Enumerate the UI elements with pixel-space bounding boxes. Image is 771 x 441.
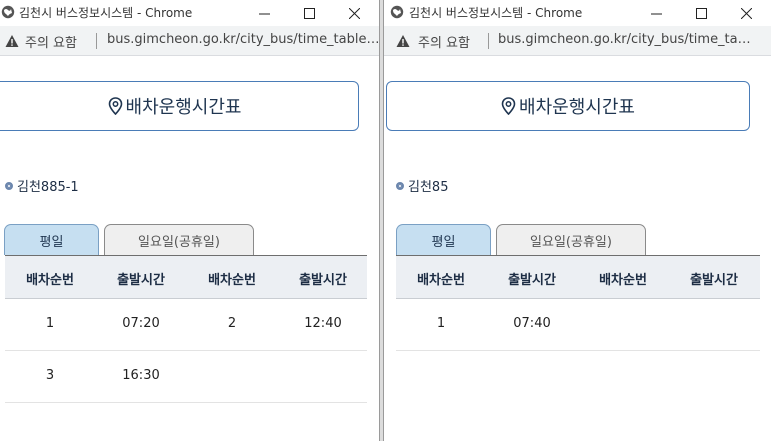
table-row: 3 16:30 xyxy=(5,351,367,403)
table-cell: 07:40 xyxy=(513,316,551,331)
window-title: 김천시 버스정보시스템 - Chrome xyxy=(409,6,583,20)
table-cell: 2 xyxy=(227,316,237,331)
warning-icon xyxy=(5,35,19,47)
map-pin-icon xyxy=(108,97,122,115)
tab-sunday-holiday[interactable]: 일요일(공휴일) xyxy=(496,224,646,255)
page-content: 배차운행시간표 김천885-1 평일 일요일(공휴일) 배차순번 출발시간 배차… xyxy=(0,56,379,441)
route-name: 김천85 xyxy=(408,180,449,195)
close-icon xyxy=(740,7,752,19)
maximize-icon xyxy=(695,7,707,19)
route-label: 김천885-1 xyxy=(5,176,79,195)
map-pin-icon xyxy=(501,97,516,115)
close-button[interactable] xyxy=(726,0,766,26)
warning-icon xyxy=(396,35,410,47)
address-bar[interactable]: 주의 요함 bus.gimcheon.go.kr/city_bus/time_t… xyxy=(0,26,379,56)
page-title: 배차운행시간표 xyxy=(519,97,635,118)
timetable: 배차순번 출발시간 배차순번 출발시간 1 07:40 xyxy=(396,255,760,351)
page-header: 배차운행시간표 xyxy=(0,81,359,131)
minimize-icon xyxy=(650,13,662,14)
page-header: 배차운행시간표 xyxy=(386,81,750,131)
column-header: 배차순번 xyxy=(599,273,647,288)
tab-weekday[interactable]: 평일 xyxy=(4,224,99,255)
column-header: 출발시간 xyxy=(117,273,165,288)
globe-icon xyxy=(390,5,404,19)
column-header: 출발시간 xyxy=(690,273,738,288)
column-header: 출발시간 xyxy=(508,273,556,288)
bullet-icon xyxy=(5,181,13,190)
table-header: 배차순번 출발시간 배차순번 출발시간 xyxy=(5,255,367,299)
browser-window-left: 김천시 버스정보시스템 - Chrome 주의 요함 bus.gimcheon.… xyxy=(0,0,380,441)
column-header: 배차순번 xyxy=(417,273,465,288)
title-bar[interactable]: 김천시 버스정보시스템 - Chrome xyxy=(0,0,379,26)
tab-sunday-holiday[interactable]: 일요일(공휴일) xyxy=(104,224,254,255)
page-content: 배차운행시간표 김천85 평일 일요일(공휴일) 배차순번 출발시간 배차순번 … xyxy=(384,56,771,441)
table-cell: 07:20 xyxy=(122,316,160,331)
address-separator xyxy=(488,33,489,49)
security-label[interactable]: 주의 요함 xyxy=(418,32,470,51)
table-cell: 3 xyxy=(45,368,55,383)
maximize-button[interactable] xyxy=(289,0,329,26)
address-separator xyxy=(96,33,97,49)
route-name: 김천885-1 xyxy=(17,180,79,195)
column-header: 배차순번 xyxy=(208,273,256,288)
security-label[interactable]: 주의 요함 xyxy=(25,32,77,51)
table-cell: 16:30 xyxy=(122,368,160,383)
url-text[interactable]: bus.gimcheon.go.kr/city_bus/time_table.d… xyxy=(498,32,753,47)
browser-window-right: 김천시 버스정보시스템 - Chrome 주의 요함 bus.gimcheon.… xyxy=(383,0,771,441)
globe-icon xyxy=(1,5,15,19)
route-label: 김천85 xyxy=(396,176,448,195)
url-text[interactable]: bus.gimcheon.go.kr/city_bus/time_table.d… xyxy=(107,32,379,47)
maximize-icon xyxy=(303,7,315,19)
table-header: 배차순번 출발시간 배차순번 출발시간 xyxy=(396,255,760,299)
minimize-button[interactable] xyxy=(636,0,676,26)
window-title: 김천시 버스정보시스템 - Chrome xyxy=(19,6,193,20)
minimize-icon xyxy=(258,13,270,14)
address-bar[interactable]: 주의 요함 bus.gimcheon.go.kr/city_bus/time_t… xyxy=(384,26,771,56)
timetable: 배차순번 출발시간 배차순번 출발시간 1 07:20 2 12:40 3 16… xyxy=(5,255,367,403)
table-cell: 1 xyxy=(45,316,55,331)
tab-weekday[interactable]: 평일 xyxy=(396,224,491,255)
table-row: 1 07:40 xyxy=(396,299,760,351)
bullet-icon xyxy=(396,181,404,190)
column-header: 배차순번 xyxy=(26,273,74,288)
close-icon xyxy=(348,7,360,19)
title-bar[interactable]: 김천시 버스정보시스템 - Chrome xyxy=(384,0,771,26)
maximize-button[interactable] xyxy=(681,0,721,26)
column-header: 출발시간 xyxy=(299,273,347,288)
table-cell: 1 xyxy=(436,316,446,331)
table-row: 1 07:20 2 12:40 xyxy=(5,299,367,351)
table-cell: 12:40 xyxy=(304,316,342,331)
minimize-button[interactable] xyxy=(244,0,284,26)
close-button[interactable] xyxy=(334,0,374,26)
page-title: 배차운행시간표 xyxy=(125,97,242,118)
